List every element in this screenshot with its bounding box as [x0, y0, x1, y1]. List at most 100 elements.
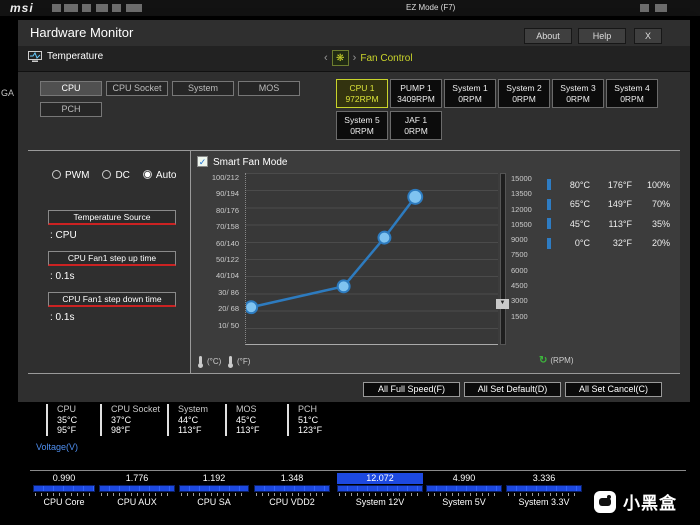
voltage-section-label: Voltage(V) — [36, 442, 79, 452]
all-set-cancel-button[interactable]: All Set Cancel(C) — [565, 382, 662, 397]
sensor-tab-pch[interactable]: PCH — [40, 102, 102, 117]
fan-icon: ❋ — [331, 50, 349, 66]
axis-tick: 13500 — [511, 189, 532, 199]
radio-dc[interactable]: DC — [102, 170, 130, 181]
gauge-value: 12.072 — [337, 473, 423, 484]
gauge-bar — [33, 485, 95, 492]
axis-tick: 6000 — [511, 265, 528, 275]
monitor-icon — [28, 51, 42, 62]
gauge-value: 1.776 — [125, 473, 149, 483]
fan-tab-rpm: 0RPM — [620, 94, 644, 104]
tab-temperature-label: Temperature — [47, 51, 104, 62]
radio-pwm-label: PWM — [65, 170, 90, 181]
fan-tab-rpm: 0RPM — [512, 94, 536, 104]
fan-curve-point[interactable] — [245, 300, 259, 315]
temp-f: 98°F — [111, 425, 131, 435]
blue-bar-icon — [547, 179, 551, 191]
axis-tick: 30/ 86 — [218, 287, 239, 297]
monitor-temp-pch: PCH 51°C 123°F — [287, 404, 322, 436]
gauge-system-3v3: 3.336 System 3.3V — [506, 473, 582, 507]
tab-temperature[interactable]: Temperature — [28, 51, 103, 62]
step-up-time-button[interactable]: CPU Fan1 step up time — [48, 251, 176, 266]
fan-tab-system3[interactable]: System 3 0RPM — [552, 79, 604, 108]
fan-tab-name: System 5 — [344, 115, 380, 125]
axis-c-label: (°C) — [207, 357, 222, 366]
window-title: Hardware Monitor — [30, 25, 134, 40]
fan-curve-point[interactable] — [377, 230, 392, 245]
fan-tab-system5[interactable]: System 5 0RPM — [336, 111, 388, 140]
smart-fan-checkbox[interactable]: ✓ — [197, 156, 208, 167]
gauge-ticks — [101, 493, 173, 496]
axis-tick: 1500 — [511, 311, 528, 321]
step-up-time-value: : 0.1s — [50, 271, 75, 282]
temp-f: 95°F — [57, 425, 77, 435]
curve-temp-f: 113°F — [608, 218, 632, 229]
all-full-speed-button[interactable]: All Full Speed(F) — [363, 382, 460, 397]
curve-temp-c: 45°C — [569, 218, 590, 229]
fan-tab-system2[interactable]: System 2 0RPM — [498, 79, 550, 108]
fan-tab-rpm: 0RPM — [350, 126, 374, 136]
gauge-label: CPU Core — [43, 497, 85, 507]
thermometer-icon — [228, 356, 233, 368]
ez-mode-button[interactable]: EZ Mode (F7) — [406, 3, 455, 12]
watermark-text: 小黑盒 — [623, 494, 677, 513]
sensor-tab-mos[interactable]: MOS — [238, 81, 300, 96]
curve-duty-pct: 70% — [651, 199, 670, 210]
step-down-time-button[interactable]: CPU Fan1 step down time — [48, 292, 176, 307]
gauge-ticks — [428, 493, 500, 496]
axis-tick: 3000 — [511, 296, 528, 306]
axis-tick: 40/104 — [216, 271, 239, 281]
temperature-axis-ticks: 100/212 90/194 80/176 70/158 60/140 50/1… — [193, 170, 239, 334]
chevron-left-icon[interactable]: ‹ — [324, 52, 328, 64]
curve-temp-c: 0°C — [574, 238, 590, 249]
about-button[interactable]: About — [524, 28, 572, 44]
curve-duty-pct: 20% — [651, 238, 670, 249]
radio-auto-label: Auto — [155, 170, 177, 181]
axis-tick: 12000 — [511, 204, 532, 214]
celsius-axis-key: (°C) — [197, 355, 221, 368]
gauge-ticks — [256, 493, 328, 496]
blue-bar-icon — [547, 237, 551, 249]
gauge-bar — [254, 485, 330, 492]
sensor-tab-cpu-socket[interactable]: CPU Socket — [106, 81, 168, 96]
gauge-value: 1.192 — [202, 473, 226, 483]
chevron-right-icon[interactable]: › — [353, 52, 357, 64]
radio-pwm[interactable]: PWM — [52, 170, 89, 181]
gauge-value: 3.336 — [532, 473, 556, 483]
rpm-slider-track[interactable] — [500, 173, 506, 345]
axis-tick: 100/212 — [211, 173, 239, 182]
fan-tab-pump1[interactable]: PUMP 1 3409RPM — [390, 79, 442, 108]
fan-tab-system4[interactable]: System 4 0RPM — [606, 79, 658, 108]
divider — [28, 373, 680, 374]
fan-tab-jaf1[interactable]: JAF 1 0RPM — [390, 111, 442, 140]
fan-tab-cpu1[interactable]: CPU 1 972RPM — [336, 79, 388, 108]
glitch-artifact — [640, 4, 649, 12]
curve-duty-pct: 35% — [651, 218, 670, 229]
fan-curve-point[interactable] — [407, 188, 424, 205]
fan-curve-point[interactable] — [336, 279, 351, 294]
fan-tab-rpm: 0RPM — [566, 94, 590, 104]
axis-tick: 20/ 68 — [218, 304, 239, 314]
temperature-source-button[interactable]: Temperature Source — [48, 210, 176, 225]
sensor-tab-system[interactable]: System — [172, 81, 234, 96]
close-button[interactable]: X — [634, 28, 662, 44]
help-button[interactable]: Help — [578, 28, 626, 44]
msi-logo: msi — [10, 1, 34, 15]
divider — [30, 470, 686, 471]
sensor-tab-cpu[interactable]: CPU — [40, 81, 102, 96]
tab-fan-control[interactable]: ‹ ❋ › Fan Control — [324, 50, 413, 66]
radio-auto[interactable]: Auto — [142, 170, 177, 181]
gauge-value: 0.990 — [52, 473, 76, 483]
gauge-value: 4.990 — [452, 473, 476, 483]
all-set-default-button[interactable]: All Set Default(D) — [464, 382, 561, 397]
bios-top-bar: msi EZ Mode (F7) — [0, 0, 700, 16]
rpm-slider-handle[interactable]: ▼ — [496, 299, 509, 309]
fan-tab-system1[interactable]: System 1 0RPM — [444, 79, 496, 108]
hardware-monitor-window: Hardware Monitor About Help X Temperatur… — [18, 20, 690, 402]
glitch-artifact — [112, 4, 121, 12]
fan-curve-chart[interactable] — [245, 173, 498, 345]
gauge-ticks — [508, 493, 580, 496]
monitor-temp-cpu-socket: CPU Socket 37°C 98°F — [100, 404, 160, 436]
temp-c: 35°C — [57, 414, 78, 425]
gauge-bar — [506, 485, 582, 492]
